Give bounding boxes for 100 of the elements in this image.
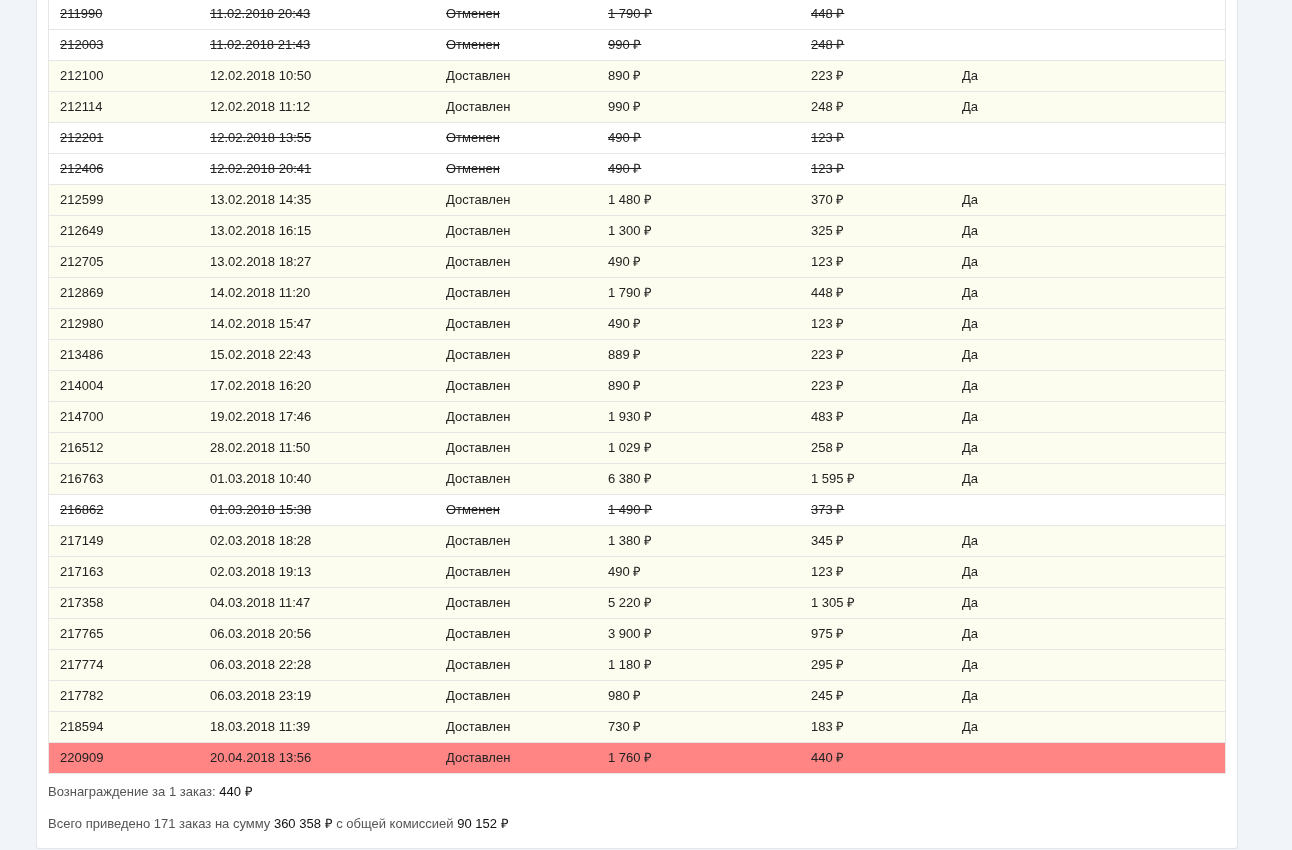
- table-cell: 14.02.2018 11:20: [210, 285, 311, 301]
- table-cell: Отменен: [446, 37, 500, 53]
- table-cell: 212649: [60, 223, 104, 239]
- table-cell: 12.02.2018 20:41: [210, 161, 312, 177]
- table-cell: 123 ₽: [811, 316, 845, 332]
- table-cell: 216763: [60, 471, 104, 487]
- table-cell: Доставлен: [446, 750, 511, 766]
- table-cell: 13.02.2018 18:27: [210, 254, 312, 270]
- table-cell: 04.03.2018 11:47: [210, 595, 311, 611]
- table-cell: Да: [962, 533, 979, 549]
- table-cell: Доставлен: [446, 285, 511, 301]
- table-cell: 490 ₽: [608, 254, 642, 270]
- table-cell: Доставлен: [446, 378, 511, 394]
- table-cell: 217774: [60, 657, 104, 673]
- table-cell: 730 ₽: [608, 719, 642, 735]
- table-cell: 06.03.2018 23:19: [210, 688, 312, 704]
- table-cell: 212980: [60, 316, 104, 332]
- table-cell: Доставлен: [446, 564, 511, 580]
- table-cell: Отменен: [446, 161, 500, 177]
- table-cell: 1 480 ₽: [608, 192, 653, 208]
- table-cell: 1 790 ₽: [608, 285, 653, 301]
- table-cell: 13.02.2018 14:35: [210, 192, 312, 208]
- table-cell: 12.02.2018 10:50: [210, 68, 312, 84]
- table-cell: 216512: [60, 440, 104, 456]
- table-cell: Доставлен: [446, 657, 511, 673]
- table-cell: 11.02.2018 20:43: [210, 6, 311, 22]
- table-cell: 11.02.2018 21:43: [210, 37, 311, 53]
- table-cell: 3 900 ₽: [608, 626, 653, 642]
- table-cell: Доставлен: [446, 99, 511, 115]
- table-cell: 345 ₽: [811, 533, 845, 549]
- table-cell: 02.03.2018 19:13: [210, 564, 312, 580]
- table-cell: 245 ₽: [811, 688, 845, 704]
- table-cell: Да: [962, 285, 979, 301]
- table-cell: 212869: [60, 285, 104, 301]
- table-cell: 28.02.2018 11:50: [210, 440, 311, 456]
- table-cell: 19.02.2018 17:46: [210, 409, 312, 425]
- table-cell: Отменен: [446, 130, 500, 146]
- table-cell: Да: [962, 657, 979, 673]
- table-cell: 990 ₽: [608, 37, 642, 53]
- table-cell: 490 ₽: [608, 161, 642, 177]
- table-cell: 1 595 ₽: [811, 471, 856, 487]
- table-cell: 1 930 ₽: [608, 409, 653, 425]
- table-cell: 214004: [60, 378, 104, 394]
- table-cell: 990 ₽: [608, 99, 642, 115]
- table-cell: 223 ₽: [811, 378, 845, 394]
- table-cell: 1 760 ₽: [608, 750, 653, 766]
- table-cell: Отменен: [446, 6, 500, 22]
- table-cell: 483 ₽: [811, 409, 845, 425]
- table-cell: Доставлен: [446, 440, 511, 456]
- table-cell: 123 ₽: [811, 130, 845, 146]
- table-cell: 14.02.2018 15:47: [210, 316, 312, 332]
- table-cell: Доставлен: [446, 626, 511, 642]
- table-cell: 01.03.2018 10:40: [210, 471, 312, 487]
- table-cell: 248 ₽: [811, 99, 845, 115]
- table-cell: Отменен: [446, 502, 500, 518]
- table-cell: Доставлен: [446, 316, 511, 332]
- table-cell: 248 ₽: [811, 37, 845, 53]
- table-cell: 217782: [60, 688, 104, 704]
- table-cell: Да: [962, 688, 979, 704]
- table-cell: Да: [962, 223, 979, 239]
- table-cell: 13.02.2018 16:15: [210, 223, 312, 239]
- table-cell: Да: [962, 409, 979, 425]
- table-cell: 123 ₽: [811, 254, 845, 270]
- table-cell: 214700: [60, 409, 104, 425]
- table-cell: Доставлен: [446, 223, 511, 239]
- table-cell: 1 305 ₽: [811, 595, 856, 611]
- summary-text: Всего приведено 171 заказ на сумму 360 358 ₽ с общей комиссией 90 152 ₽: [48, 815, 510, 833]
- table-cell: Да: [962, 99, 979, 115]
- table-cell: 211990: [60, 6, 103, 22]
- table-cell: Доставлен: [446, 533, 511, 549]
- table-cell: Да: [962, 254, 979, 270]
- table-cell: 440 ₽: [811, 750, 845, 766]
- table-cell: 20.04.2018 13:56: [210, 750, 312, 766]
- table-cell: 213486: [60, 347, 104, 363]
- table-cell: 220909: [60, 750, 104, 766]
- table-cell: Да: [962, 316, 979, 332]
- table-cell: 123 ₽: [811, 564, 845, 580]
- table-cell: 06.03.2018 22:28: [210, 657, 312, 673]
- table-cell: Да: [962, 626, 979, 642]
- table-cell: 325 ₽: [811, 223, 845, 239]
- table-cell: 212201: [60, 130, 104, 146]
- table-cell: 212705: [60, 254, 104, 270]
- table-cell: 889 ₽: [608, 347, 642, 363]
- table-cell: 18.03.2018 11:39: [210, 719, 311, 735]
- table-cell: Доставлен: [446, 471, 511, 487]
- table-cell: 212003: [60, 37, 104, 53]
- table-cell: Доставлен: [446, 68, 511, 84]
- table-cell: Да: [962, 347, 979, 363]
- reward-note: Вознаграждение за 1 заказ: 440 ₽: [48, 783, 254, 801]
- table-cell: 212114: [60, 99, 103, 115]
- table-cell: 217358: [60, 595, 104, 611]
- table-cell: Да: [962, 595, 979, 611]
- table-cell: 183 ₽: [811, 719, 845, 735]
- table-cell: 217149: [60, 533, 104, 549]
- table-cell: Доставлен: [446, 688, 511, 704]
- table-cell: 12.02.2018 13:55: [210, 130, 312, 146]
- table-cell: 980 ₽: [608, 688, 642, 704]
- table-cell: 223 ₽: [811, 347, 845, 363]
- table-cell: 1 180 ₽: [608, 657, 653, 673]
- table-cell: Доставлен: [446, 409, 511, 425]
